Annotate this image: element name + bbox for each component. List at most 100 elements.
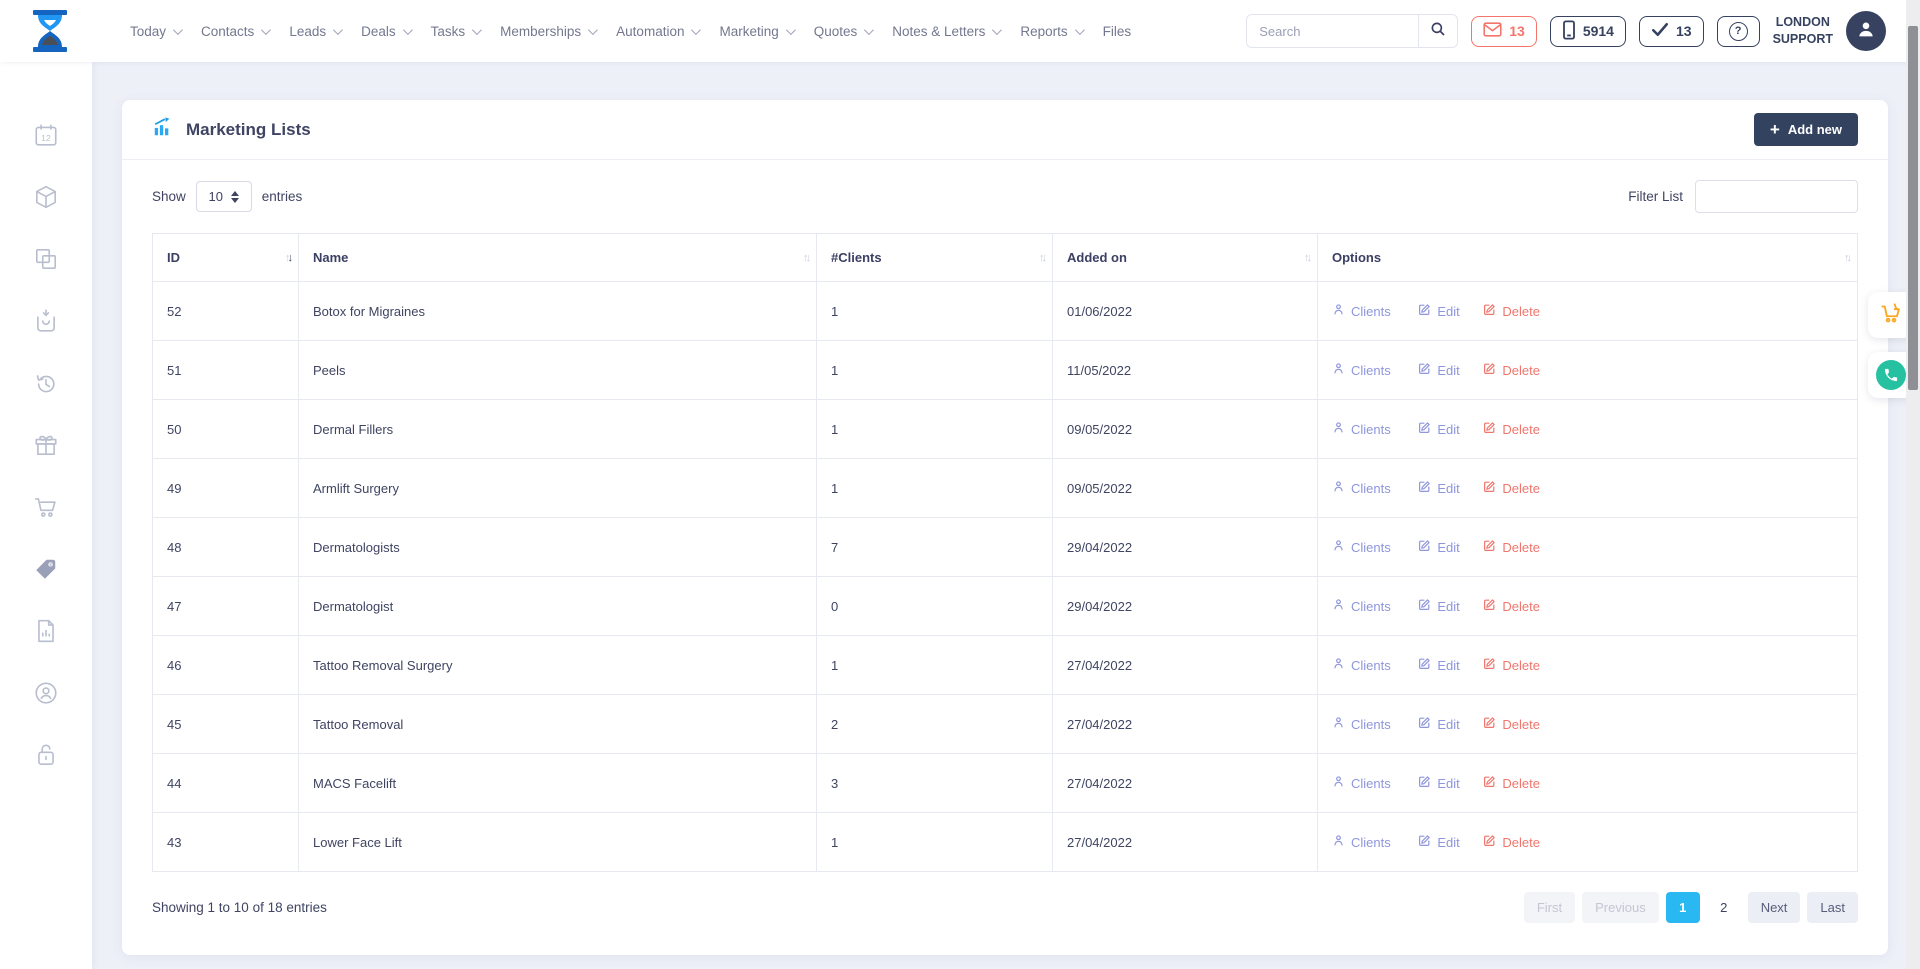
clients-link[interactable]: Clients [1332, 598, 1391, 614]
cell-added-on: 27/04/2022 [1053, 813, 1318, 872]
pagination-last-button[interactable]: Last [1807, 892, 1858, 923]
delete-link[interactable]: Delete [1483, 598, 1540, 614]
sidebar-price-tag-icon[interactable]: $ [0, 538, 92, 600]
person-icon [1332, 421, 1345, 437]
nav-item-memberships[interactable]: Memberships [500, 24, 595, 39]
delete-icon [1483, 303, 1496, 319]
column-header-id[interactable]: ID ↑↓ [153, 234, 299, 282]
edit-icon [1418, 303, 1431, 319]
nav-item-quotes[interactable]: Quotes [814, 24, 872, 39]
nav-item-reports[interactable]: Reports [1020, 24, 1081, 39]
phone-badge[interactable]: 5914 [1550, 16, 1626, 47]
edit-link[interactable]: Edit [1418, 657, 1459, 673]
edit-link[interactable]: Edit [1418, 421, 1459, 437]
delete-link[interactable]: Delete [1483, 657, 1540, 673]
sidebar-lock-icon[interactable] [0, 724, 92, 786]
cell-clients: 1 [817, 282, 1053, 341]
delete-link[interactable]: Delete [1483, 716, 1540, 732]
search-input[interactable] [1246, 14, 1418, 48]
sidebar-bag-download-icon[interactable] [0, 290, 92, 352]
mail-badge[interactable]: 13 [1471, 16, 1537, 47]
delete-link[interactable]: Delete [1483, 362, 1540, 378]
edit-link[interactable]: Edit [1418, 598, 1459, 614]
cell-name: Peels [299, 341, 817, 400]
topbar-right: 13 5914 13 ? LONDON SUPPORT [1246, 0, 1886, 62]
user-icon [1855, 18, 1877, 45]
delete-link[interactable]: Delete [1483, 539, 1540, 555]
edit-link[interactable]: Edit [1418, 539, 1459, 555]
sidebar-history-icon[interactable] [0, 352, 92, 414]
table-row: 44 MACS Facelift 3 27/04/2022 Clients [153, 754, 1858, 813]
nav-item-deals[interactable]: Deals [361, 24, 410, 39]
pagination-next-button[interactable]: Next [1748, 892, 1801, 923]
nav-item-marketing[interactable]: Marketing [719, 24, 792, 39]
vertical-scrollbar[interactable] [1906, 0, 1920, 969]
delete-link[interactable]: Delete [1483, 834, 1540, 850]
sidebar-cube-icon[interactable] [0, 166, 92, 228]
clients-link[interactable]: Clients [1332, 480, 1391, 496]
table-row: 49 Armlift Surgery 1 09/05/2022 Clients [153, 459, 1858, 518]
card-header: Marketing Lists + Add new [122, 100, 1888, 160]
column-header-name[interactable]: Name ↑↓ [299, 234, 817, 282]
sidebar-copy-icon[interactable] [0, 228, 92, 290]
column-header-added-on[interactable]: Added on ↑↓ [1053, 234, 1318, 282]
nav-item-contacts[interactable]: Contacts [201, 24, 268, 39]
clients-link[interactable]: Clients [1332, 303, 1391, 319]
pagination-previous-button[interactable]: Previous [1582, 892, 1659, 923]
sidebar-calendar-icon[interactable]: 12 [0, 104, 92, 166]
table-row: 43 Lower Face Lift 1 27/04/2022 Clients [153, 813, 1858, 872]
edit-link[interactable]: Edit [1418, 716, 1459, 732]
clients-link[interactable]: Clients [1332, 716, 1391, 732]
app-logo-hourglass-icon[interactable] [25, 6, 75, 56]
table-controls: Show 10 entries Filter List [152, 180, 1858, 213]
clients-link[interactable]: Clients [1332, 775, 1391, 791]
chevron-down-icon [588, 25, 598, 35]
help-badge[interactable]: ? [1717, 16, 1760, 47]
pagination-page-1-button[interactable]: 1 [1666, 892, 1700, 923]
nav-item-today[interactable]: Today [130, 24, 180, 39]
phone-call-icon [1876, 360, 1906, 390]
clients-link[interactable]: Clients [1332, 539, 1391, 555]
edit-link[interactable]: Edit [1418, 362, 1459, 378]
sidebar-gift-icon[interactable] [0, 414, 92, 476]
mail-icon [1483, 22, 1502, 40]
sidebar-report-icon[interactable] [0, 600, 92, 662]
nav-item-notes-letters[interactable]: Notes & Letters [892, 24, 999, 39]
cell-options: Clients Edit Delete [1318, 518, 1858, 577]
clients-link[interactable]: Clients [1332, 834, 1391, 850]
table-header-row: ID ↑↓ Name ↑↓ #Clients ↑↓ Added on ↑↓ [153, 234, 1858, 282]
clients-link[interactable]: Clients [1332, 421, 1391, 437]
pagination-page-2-button[interactable]: 2 [1707, 892, 1741, 923]
sidebar-cart-icon[interactable] [0, 476, 92, 538]
scrollbar-thumb[interactable] [1908, 26, 1918, 390]
search-button[interactable] [1418, 14, 1458, 48]
edit-link[interactable]: Edit [1418, 480, 1459, 496]
nav-item-files[interactable]: Files [1103, 24, 1132, 39]
sort-icon: ↑↓ [285, 252, 290, 264]
avatar[interactable] [1846, 11, 1886, 51]
page-size-select[interactable]: 10 [196, 181, 252, 212]
clients-link[interactable]: Clients [1332, 657, 1391, 673]
add-new-button[interactable]: + Add new [1754, 113, 1858, 146]
nav-item-automation[interactable]: Automation [616, 24, 698, 39]
chevron-down-icon [472, 25, 482, 35]
tasks-badge[interactable]: 13 [1639, 16, 1704, 47]
column-header-clients[interactable]: #Clients ↑↓ [817, 234, 1053, 282]
pagination-first-button[interactable]: First [1524, 892, 1575, 923]
delete-link[interactable]: Delete [1483, 303, 1540, 319]
cell-added-on: 09/05/2022 [1053, 459, 1318, 518]
nav-item-tasks[interactable]: Tasks [431, 24, 480, 39]
delete-link[interactable]: Delete [1483, 421, 1540, 437]
edit-link[interactable]: Edit [1418, 303, 1459, 319]
edit-link[interactable]: Edit [1418, 834, 1459, 850]
sidebar-support-icon[interactable] [0, 662, 92, 724]
nav-item-leads[interactable]: Leads [289, 24, 340, 39]
cell-name: Dermatologist [299, 577, 817, 636]
delete-link[interactable]: Delete [1483, 480, 1540, 496]
clients-link[interactable]: Clients [1332, 362, 1391, 378]
delete-link[interactable]: Delete [1483, 775, 1540, 791]
column-header-options[interactable]: Options ↑↓ [1318, 234, 1858, 282]
left-sidebar: 12 [0, 62, 92, 969]
edit-link[interactable]: Edit [1418, 775, 1459, 791]
filter-input[interactable] [1695, 180, 1858, 213]
